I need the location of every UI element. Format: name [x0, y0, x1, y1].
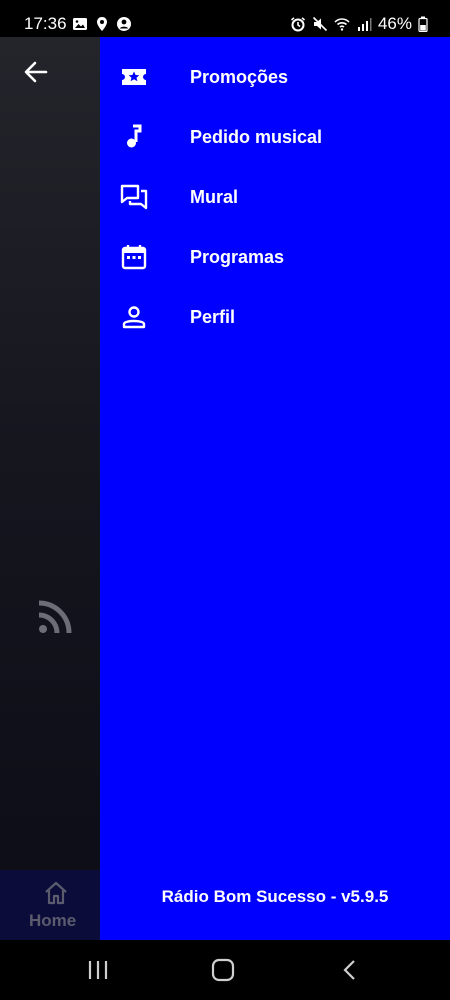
home-button-icon[interactable]: [209, 958, 237, 982]
menu-item-pedido-musical[interactable]: Pedido musical: [100, 109, 450, 165]
account-icon: [117, 17, 131, 31]
menu-item-mural[interactable]: Mural: [100, 169, 450, 225]
battery-icon: [418, 16, 428, 32]
back-arrow-icon[interactable]: [22, 58, 50, 86]
home-icon: [45, 881, 67, 905]
menu-item-programas[interactable]: Programas: [100, 229, 450, 285]
person-icon: [122, 306, 146, 329]
calendar-icon: [121, 245, 147, 270]
menu-label-promocoes: Promoções: [190, 67, 289, 87]
home-tab-label: Home: [29, 911, 77, 930]
signal-icon: [357, 18, 372, 31]
app-version-label: Rádio Bom Sucesso - v5.9.5: [161, 887, 389, 906]
menu-label-mural: Mural: [190, 187, 239, 207]
navigation-drawer: Promoções Pedido musical Mural Programas: [100, 37, 450, 940]
alarm-icon: [290, 17, 305, 32]
menu-item-promocoes[interactable]: Promoções: [100, 49, 450, 105]
image-icon: [73, 18, 87, 30]
menu-label-perfil: Perfil: [190, 307, 236, 327]
forum-icon: [120, 184, 148, 210]
rss-icon: [38, 600, 72, 634]
ticket-star-icon: [122, 69, 146, 85]
back-button-icon[interactable]: [336, 958, 364, 982]
menu-item-perfil[interactable]: Perfil: [100, 289, 450, 345]
recent-apps-icon[interactable]: [84, 958, 112, 982]
system-navigation-bar: [0, 940, 450, 1000]
music-note-icon: [127, 124, 142, 148]
mute-icon: [312, 16, 328, 32]
menu-label-pedido-musical: Pedido musical: [190, 127, 323, 147]
status-time: 17:36: [24, 14, 67, 33]
wifi-icon: [334, 18, 350, 31]
background-app: [0, 37, 100, 940]
battery-percent: 46%: [377, 14, 412, 33]
location-icon: [97, 17, 107, 31]
menu-label-programas: Programas: [190, 247, 285, 267]
